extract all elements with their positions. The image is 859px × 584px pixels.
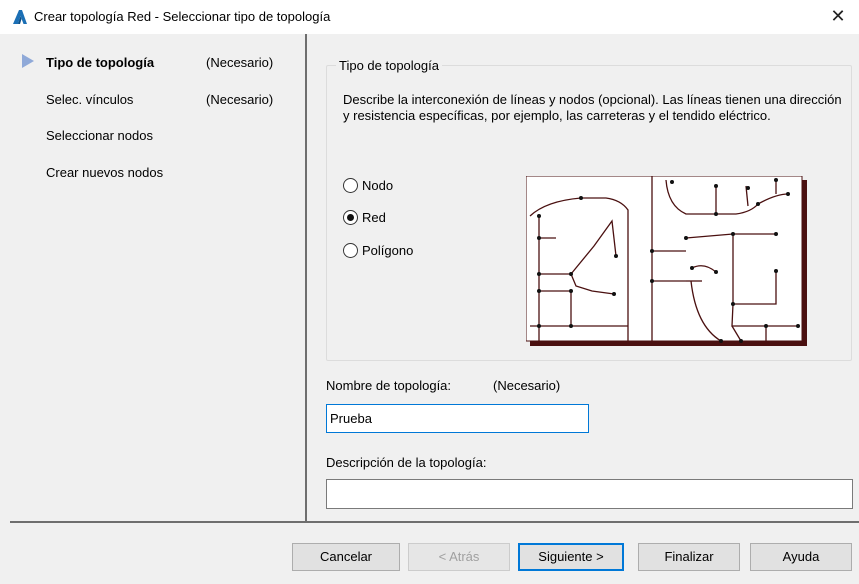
radio-poligono[interactable]: Polígono: [343, 243, 413, 258]
close-button[interactable]: ✕: [827, 5, 849, 27]
topology-type-description: Describe la interconexión de líneas y no…: [343, 92, 842, 123]
current-step-arrow-icon: [22, 54, 34, 68]
wizard-steps-panel: [0, 34, 305, 521]
help-button[interactable]: Ayuda: [750, 543, 852, 571]
radio-nodo[interactable]: Nodo: [343, 178, 393, 193]
radio-red[interactable]: Red: [343, 210, 386, 225]
radio-button-checked-icon[interactable]: [343, 210, 358, 225]
back-button[interactable]: < Atrás: [408, 543, 510, 571]
topology-description-input[interactable]: [326, 479, 853, 509]
radio-poligono-label: Polígono: [362, 243, 414, 258]
finish-button[interactable]: Finalizar: [638, 543, 740, 571]
topology-name-required-label: (Necesario): [493, 378, 561, 393]
topology-name-input[interactable]: [326, 404, 589, 433]
title-bar: Crear topología Red - Seleccionar tipo d…: [0, 0, 859, 34]
step-selec-vinculos[interactable]: Selec. vínculos: [46, 92, 133, 107]
topology-type-group-label: Tipo de topología: [336, 58, 442, 73]
step-required-label: (Necesario): [206, 55, 274, 70]
network-topology-preview-image: [526, 176, 807, 346]
step-required-label: (Necesario): [206, 92, 274, 107]
radio-nodo-label: Nodo: [362, 178, 394, 193]
horizontal-divider: [10, 521, 859, 523]
autocad-a-icon: [13, 10, 27, 24]
next-button[interactable]: Siguiente >: [518, 543, 624, 571]
window-title: Crear topología Red - Seleccionar tipo d…: [34, 9, 331, 24]
radio-red-label: Red: [362, 210, 386, 225]
step-tipo-de-topologia[interactable]: Tipo de topología: [46, 55, 154, 70]
step-crear-nuevos-nodos[interactable]: Crear nuevos nodos: [46, 165, 163, 180]
topology-description-label: Descripción de la topología:: [326, 455, 487, 470]
radio-button-icon[interactable]: [343, 243, 358, 258]
step-seleccionar-nodos[interactable]: Seleccionar nodos: [46, 128, 153, 143]
vertical-divider: [305, 34, 307, 521]
radio-button-icon[interactable]: [343, 178, 358, 193]
close-icon: ✕: [830, 6, 846, 26]
cancel-button[interactable]: Cancelar: [292, 543, 400, 571]
topology-name-label: Nombre de topología:: [326, 378, 452, 393]
